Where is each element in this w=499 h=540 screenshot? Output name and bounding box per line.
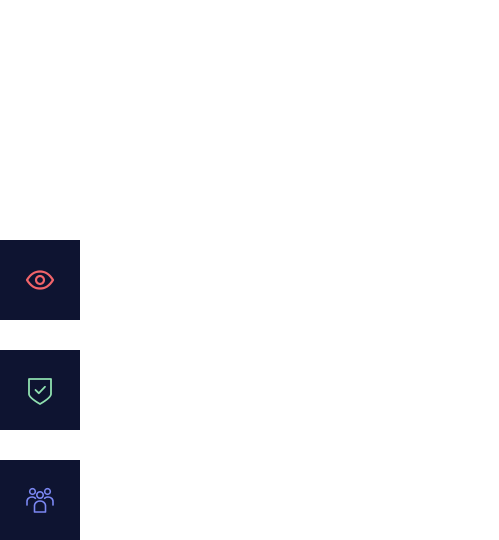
page	[0, 0, 499, 540]
feature-tile-shield	[0, 350, 80, 430]
shield-check-icon	[24, 374, 56, 406]
eye-icon	[24, 264, 56, 296]
users-icon	[24, 484, 56, 516]
feature-tile-eye	[0, 240, 80, 320]
feature-tile-users	[0, 460, 80, 540]
